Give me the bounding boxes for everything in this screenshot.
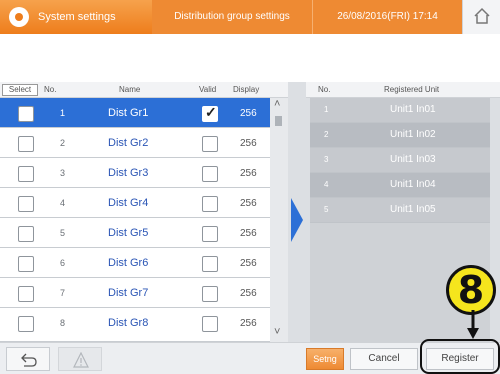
group-row[interactable]: 3 Dist Gr3 256 <box>0 158 270 188</box>
group-number: 4 <box>60 198 66 208</box>
group-list-header: Select No. Name Valid Display <box>0 82 288 98</box>
group-name: Dist Gr3 <box>108 167 149 179</box>
warning-button[interactable] <box>58 347 102 371</box>
home-button[interactable] <box>462 0 500 34</box>
registered-unit-row[interactable]: 1 Unit1 In01 <box>310 98 490 123</box>
group-list-scrollbar[interactable]: ˄ ˅ <box>270 98 288 342</box>
registered-unit-list-header: No. Registered Unit <box>306 82 500 98</box>
registered-unit-name: Unit1 In04 <box>390 179 436 190</box>
chevron-down-icon[interactable]: ˅ <box>274 326 280 338</box>
select-checkbox[interactable] <box>18 316 34 332</box>
gear-icon <box>9 7 29 27</box>
system-settings-label: System settings <box>38 11 116 23</box>
chevron-up-icon[interactable]: ˄ <box>274 98 280 110</box>
valid-checkbox[interactable] <box>202 166 218 182</box>
select-checkbox[interactable] <box>18 196 34 212</box>
check-icon: ✓ <box>205 104 217 120</box>
group-name: Dist Gr8 <box>108 317 149 329</box>
group-number: 8 <box>60 318 66 328</box>
warning-icon <box>73 352 89 368</box>
select-checkbox[interactable] <box>18 286 34 302</box>
transfer-arrow-icon <box>291 198 303 242</box>
registered-unit-name: Unit1 In02 <box>390 129 436 140</box>
registered-unit-name: Unit1 In01 <box>390 104 436 115</box>
display-value: 256 <box>240 318 257 329</box>
group-number: 7 <box>60 288 66 298</box>
select-checkbox[interactable] <box>18 136 34 152</box>
back-arrow-icon <box>21 353 37 367</box>
valid-checkbox[interactable] <box>202 286 218 302</box>
no-column-header: No. <box>44 85 57 94</box>
display-value: 256 <box>240 198 257 209</box>
select-checkbox[interactable] <box>18 256 34 272</box>
group-number: 2 <box>60 138 66 148</box>
valid-checkbox[interactable] <box>202 256 218 272</box>
group-row[interactable]: 1 Dist Gr1 ✓ 256 <box>0 98 270 128</box>
step-number-badge: 8 <box>446 265 496 315</box>
select-column-button[interactable]: Select <box>2 84 38 96</box>
valid-checkbox[interactable] <box>202 196 218 212</box>
group-row[interactable]: 2 Dist Gr2 256 <box>0 128 270 158</box>
display-value: 256 <box>240 288 257 299</box>
setng-button[interactable]: Setng <box>306 348 344 370</box>
register-highlight-frame <box>420 339 500 374</box>
select-checkbox[interactable] <box>18 106 34 122</box>
home-icon <box>474 7 490 24</box>
display-value: 256 <box>240 258 257 269</box>
registered-unit-name: Unit1 In03 <box>390 154 436 165</box>
registered-unit-row[interactable]: 2 Unit1 In02 <box>310 123 490 148</box>
registered-unit-number: 5 <box>324 205 329 214</box>
registered-unit-number: 3 <box>324 155 329 164</box>
display-value: 256 <box>240 228 257 239</box>
valid-checkbox[interactable] <box>202 136 218 152</box>
group-number: 5 <box>60 228 66 238</box>
select-checkbox[interactable] <box>18 166 34 182</box>
group-row[interactable]: 4 Dist Gr4 256 <box>0 188 270 218</box>
cancel-button[interactable]: Cancel <box>350 348 418 370</box>
step-pointer-arrow-icon <box>467 310 479 339</box>
registered-unit-column-header: Registered Unit <box>384 85 440 94</box>
display-value: 256 <box>240 168 257 179</box>
datetime-display: 26/08/2016(FRI) 17:14 <box>312 0 462 34</box>
group-name: Dist Gr6 <box>108 257 149 269</box>
group-row[interactable]: 5 Dist Gr5 256 <box>0 218 270 248</box>
valid-checkbox[interactable]: ✓ <box>202 104 218 122</box>
group-row[interactable]: 8 Dist Gr8 256 <box>0 308 270 342</box>
select-checkbox[interactable] <box>18 226 34 242</box>
group-name: Dist Gr4 <box>108 197 149 209</box>
display-column-header: Display <box>233 85 260 94</box>
registered-unit-number: 4 <box>324 180 329 189</box>
valid-checkbox[interactable] <box>202 316 218 332</box>
scroll-thumb[interactable] <box>275 116 282 126</box>
group-name: Dist Gr5 <box>108 227 149 239</box>
group-row[interactable]: 6 Dist Gr6 256 <box>0 248 270 278</box>
registered-unit-number: 1 <box>324 105 329 114</box>
registered-unit-row[interactable]: 5 Unit1 In05 <box>310 198 490 223</box>
top-band <box>0 34 500 82</box>
display-value: 256 <box>240 108 257 119</box>
group-number: 1 <box>60 108 66 118</box>
display-value: 256 <box>240 138 257 149</box>
valid-checkbox[interactable] <box>202 226 218 242</box>
group-number: 6 <box>60 258 66 268</box>
group-number: 3 <box>60 168 66 178</box>
name-column-header: Name <box>119 85 141 94</box>
back-button[interactable] <box>6 347 50 371</box>
group-name: Dist Gr2 <box>108 137 149 149</box>
screen-title: Distribution group settings <box>152 0 312 34</box>
group-name: Dist Gr1 <box>108 107 149 119</box>
registered-unit-name: Unit1 In05 <box>390 204 436 215</box>
group-name: Dist Gr7 <box>108 287 149 299</box>
system-settings-tab[interactable]: System settings <box>0 0 152 34</box>
valid-column-header: Valid <box>199 85 217 94</box>
registered-unit-number: 2 <box>324 130 329 139</box>
registered-no-column-header: No. <box>318 85 331 94</box>
group-row[interactable]: 7 Dist Gr7 256 <box>0 278 270 308</box>
registered-unit-row[interactable]: 3 Unit1 In03 <box>310 148 490 173</box>
registered-unit-row[interactable]: 4 Unit1 In04 <box>310 173 490 198</box>
